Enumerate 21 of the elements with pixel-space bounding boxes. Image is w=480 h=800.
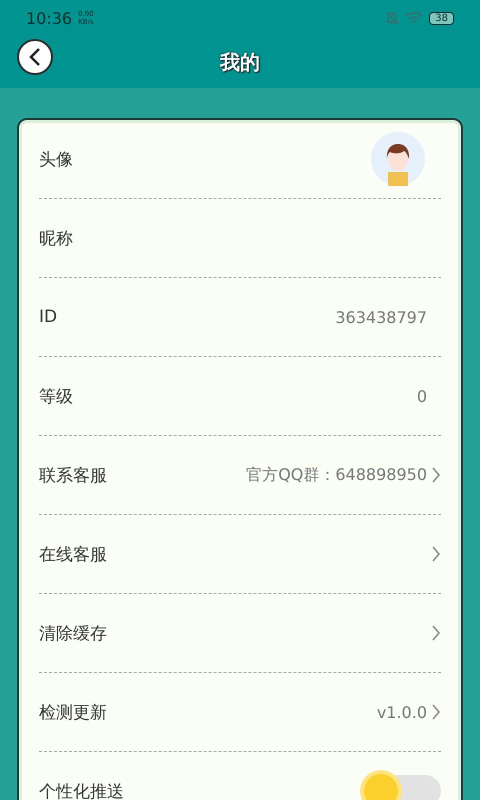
back-button[interactable] <box>17 39 53 75</box>
wifi-icon <box>405 11 424 25</box>
row-label: 在线客服 <box>39 544 108 566</box>
row-label: 等级 <box>39 386 74 408</box>
avatar-icon <box>371 132 425 186</box>
status-time: 10:36 <box>26 8 72 28</box>
bell-muted-icon <box>385 11 400 25</box>
page-title: 我的 <box>220 48 260 76</box>
row-label: 清除缓存 <box>39 622 108 644</box>
row-value: 0 <box>416 386 427 406</box>
row-value: 官方QQ群：648898950 <box>246 464 427 486</box>
chevron-left-icon <box>28 47 42 67</box>
row-value: v1.0.0 <box>376 702 427 722</box>
row-label: 联系客服 <box>39 464 108 486</box>
row-value: 363438797 <box>335 308 427 326</box>
row-label: 检测更新 <box>39 702 108 724</box>
row-label: 个性化推送 <box>39 780 125 800</box>
row-label: 昵称 <box>39 228 74 250</box>
row-label: ID <box>39 307 58 327</box>
battery-level: 38 <box>429 12 454 24</box>
row-label: 头像 <box>39 148 74 170</box>
